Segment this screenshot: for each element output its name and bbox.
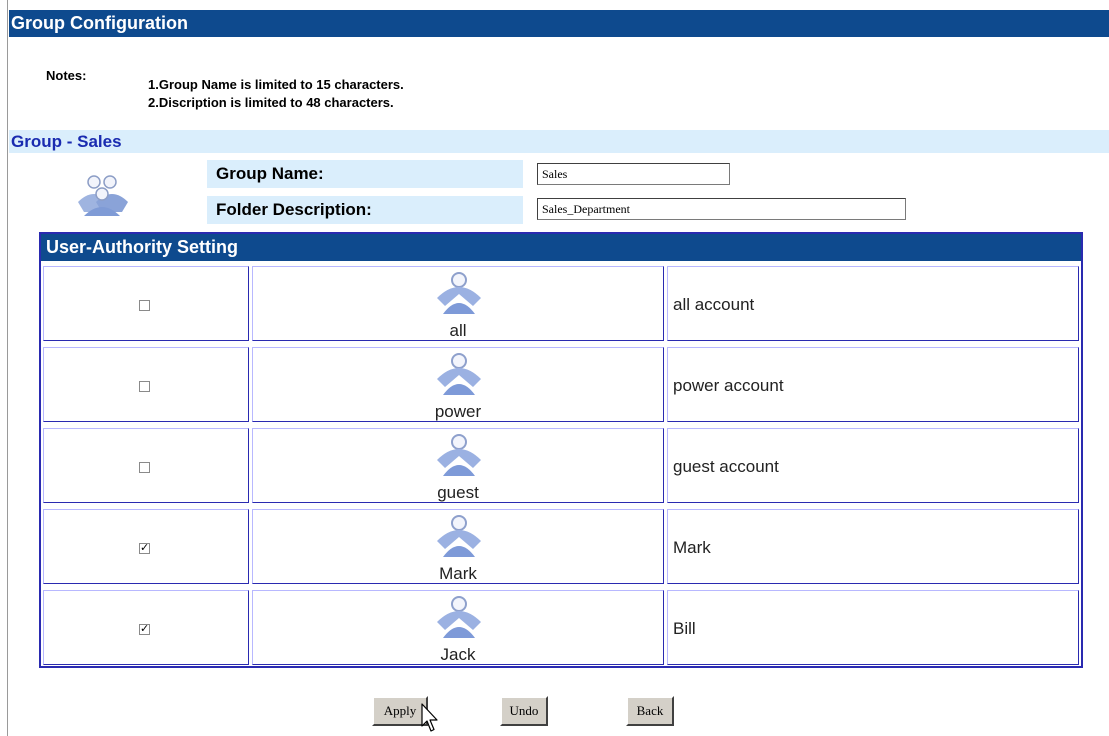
- user-description: Bill: [673, 619, 696, 638]
- user-icon: [437, 596, 481, 638]
- table-row: power power account: [41, 344, 1081, 424]
- checkbox-cell: [43, 266, 249, 341]
- user-checkbox-power[interactable]: [139, 381, 150, 392]
- user-checkbox-jack[interactable]: ✓: [139, 624, 150, 635]
- table-row: ✓ Jack Bill: [41, 587, 1081, 667]
- undo-button[interactable]: Undo: [500, 696, 548, 726]
- user-cell: power: [252, 347, 664, 422]
- user-authority-table: User-Authority Setting all all account p…: [39, 232, 1083, 668]
- user-description: power account: [673, 376, 784, 395]
- user-cell: Jack: [252, 590, 664, 665]
- user-description: Mark: [673, 538, 711, 557]
- user-description: all account: [673, 295, 755, 314]
- user-checkbox-mark[interactable]: ✓: [139, 543, 150, 554]
- checkbox-cell: [43, 428, 249, 503]
- checkbox-cell: ✓: [43, 590, 249, 665]
- checkbox-cell: ✓: [43, 509, 249, 584]
- user-checkbox-guest[interactable]: [139, 462, 150, 473]
- user-authority-header: User-Authority Setting: [41, 234, 1081, 261]
- user-name: all: [449, 321, 467, 340]
- user-cell: Mark: [252, 509, 664, 584]
- description-cell: Bill: [667, 590, 1079, 665]
- user-cell: all: [252, 266, 664, 341]
- user-cell: guest: [252, 428, 664, 503]
- user-name: Jack: [440, 645, 476, 664]
- group-header: Group - Sales: [9, 130, 1109, 153]
- left-frame-rule: [7, 0, 8, 736]
- folder-description-input[interactable]: [537, 198, 906, 220]
- back-button[interactable]: Back: [626, 696, 674, 726]
- description-cell: all account: [667, 266, 1079, 341]
- user-name: Mark: [439, 564, 477, 583]
- user-icon: [437, 434, 481, 476]
- user-icon: [437, 272, 481, 314]
- user-name: guest: [437, 483, 479, 502]
- group-name-input[interactable]: [537, 163, 730, 185]
- note-description-limit: 2.Discription is limited to 48 character…: [148, 95, 394, 110]
- description-cell: power account: [667, 347, 1079, 422]
- table-row: guest guest account: [41, 425, 1081, 505]
- notes-label: Notes:: [46, 68, 87, 83]
- user-checkbox-all[interactable]: [139, 300, 150, 311]
- group-icon: [78, 175, 128, 216]
- user-name: power: [434, 402, 482, 421]
- group-name-label: Group Name:: [207, 160, 523, 188]
- note-group-name-limit: 1.Group Name is limited to 15 characters…: [148, 77, 404, 92]
- description-cell: guest account: [667, 428, 1079, 503]
- user-icon: [437, 353, 481, 395]
- page-title: Group Configuration: [9, 10, 1109, 37]
- description-cell: Mark: [667, 509, 1079, 584]
- mouse-cursor-icon: [421, 703, 438, 732]
- user-description: guest account: [673, 457, 779, 476]
- table-row: all all account: [41, 263, 1081, 343]
- folder-description-label: Folder Description:: [207, 196, 523, 224]
- table-row: ✓ Mark Mark: [41, 506, 1081, 586]
- checkbox-cell: [43, 347, 249, 422]
- user-icon: [437, 515, 481, 557]
